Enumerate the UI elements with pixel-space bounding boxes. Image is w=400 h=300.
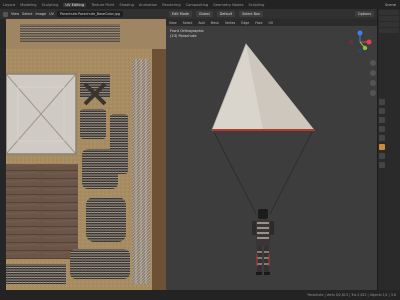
outliner-row[interactable] [379,10,399,15]
status-bar: Parachute | Verts 0/2,613 | Tris 2,622 |… [0,290,400,300]
options-dropdown[interactable]: Options [354,11,374,17]
viewport-menu: View Select Add Mesh Vertex Edge Face UV [166,19,377,26]
scene-statistics: Parachute | Verts 0/2,613 | Tris 2,622 |… [307,293,396,297]
mode-dropdown[interactable]: Edit Mode [169,11,192,17]
viewport-nav-buttons [370,60,376,96]
perspective-icon[interactable] [370,90,376,96]
image-name-field[interactable]: Parachute.Parachute_BaseColor.jpg [56,11,123,17]
zoom-icon[interactable] [370,60,376,66]
parachute-model[interactable] [166,26,377,290]
viewport-header: Edit Mode Global Default Select Box Opti… [166,9,377,19]
vp-menu-mesh[interactable]: Mesh [211,21,219,25]
material-properties-icon[interactable] [379,162,385,168]
uv-editor-canvas[interactable] [0,19,166,290]
tab-texture-paint[interactable]: Texture Paint [91,3,114,7]
outliner-row[interactable] [379,16,399,21]
properties-tabs [379,99,385,168]
vp-menu-add[interactable]: Add [198,21,204,25]
object-properties-icon[interactable] [379,144,385,150]
vp-menu-select[interactable]: Select [183,21,193,25]
pivot-dropdown[interactable]: Default [216,11,236,17]
vp-menu-edge[interactable]: Edge [241,21,249,25]
orientation-dropdown[interactable]: Global [195,11,213,17]
output-properties-icon[interactable] [379,117,385,123]
vp-menu-view[interactable]: View [169,21,177,25]
workspace-tabs: Layout Modeling Sculpting UV Editing Tex… [0,0,400,9]
outliner-row[interactable] [379,22,399,27]
editor-type-icon[interactable] [3,11,8,17]
modifier-properties-icon[interactable] [379,153,385,159]
scene-selector[interactable]: Scene [385,3,396,7]
uv-menu-uv[interactable]: UV [49,12,54,16]
tool-properties-icon[interactable] [379,99,385,105]
outliner-properties-panel [377,9,400,290]
vp-menu-vertex[interactable]: Vertex [225,21,235,25]
tab-layout[interactable]: Layout [3,3,15,7]
3d-viewport[interactable]: Front Orthographic (23) Parachute [166,26,377,290]
render-properties-icon[interactable] [379,108,385,114]
tab-rendering[interactable]: Rendering [162,3,180,7]
scene-properties-icon[interactable] [379,126,385,132]
tab-sculpting[interactable]: Sculpting [42,3,59,7]
tab-shading[interactable]: Shading [119,3,134,7]
tab-compositing[interactable]: Compositing [186,3,209,7]
tab-geometry-nodes[interactable]: Geometry Nodes [213,3,243,7]
tab-scripting[interactable]: Scripting [248,3,264,7]
blender-window: Layout Modeling Sculpting UV Editing Tex… [0,0,400,300]
vp-menu-face[interactable]: Face [255,21,262,25]
camera-icon[interactable] [370,80,376,86]
tab-modeling[interactable]: Modeling [20,3,36,7]
uv-texture-image [5,19,166,290]
vp-menu-uv[interactable]: UV [269,21,274,25]
uv-menu-select[interactable]: Select [22,12,32,16]
tab-uv-editing[interactable]: UV Editing [63,2,87,7]
uv-editor-header: View Select Image UV Parachute.Parachute… [0,9,166,19]
uv-menu-image[interactable]: Image [36,12,47,16]
drag-dropdown[interactable]: Select Box [239,11,263,17]
pan-icon[interactable] [370,70,376,76]
uv-toolbar[interactable] [0,19,6,290]
tab-animation[interactable]: Animation [139,3,157,7]
uv-menu-view[interactable]: View [11,12,19,16]
world-properties-icon[interactable] [379,135,385,141]
outliner-row[interactable] [379,28,399,33]
